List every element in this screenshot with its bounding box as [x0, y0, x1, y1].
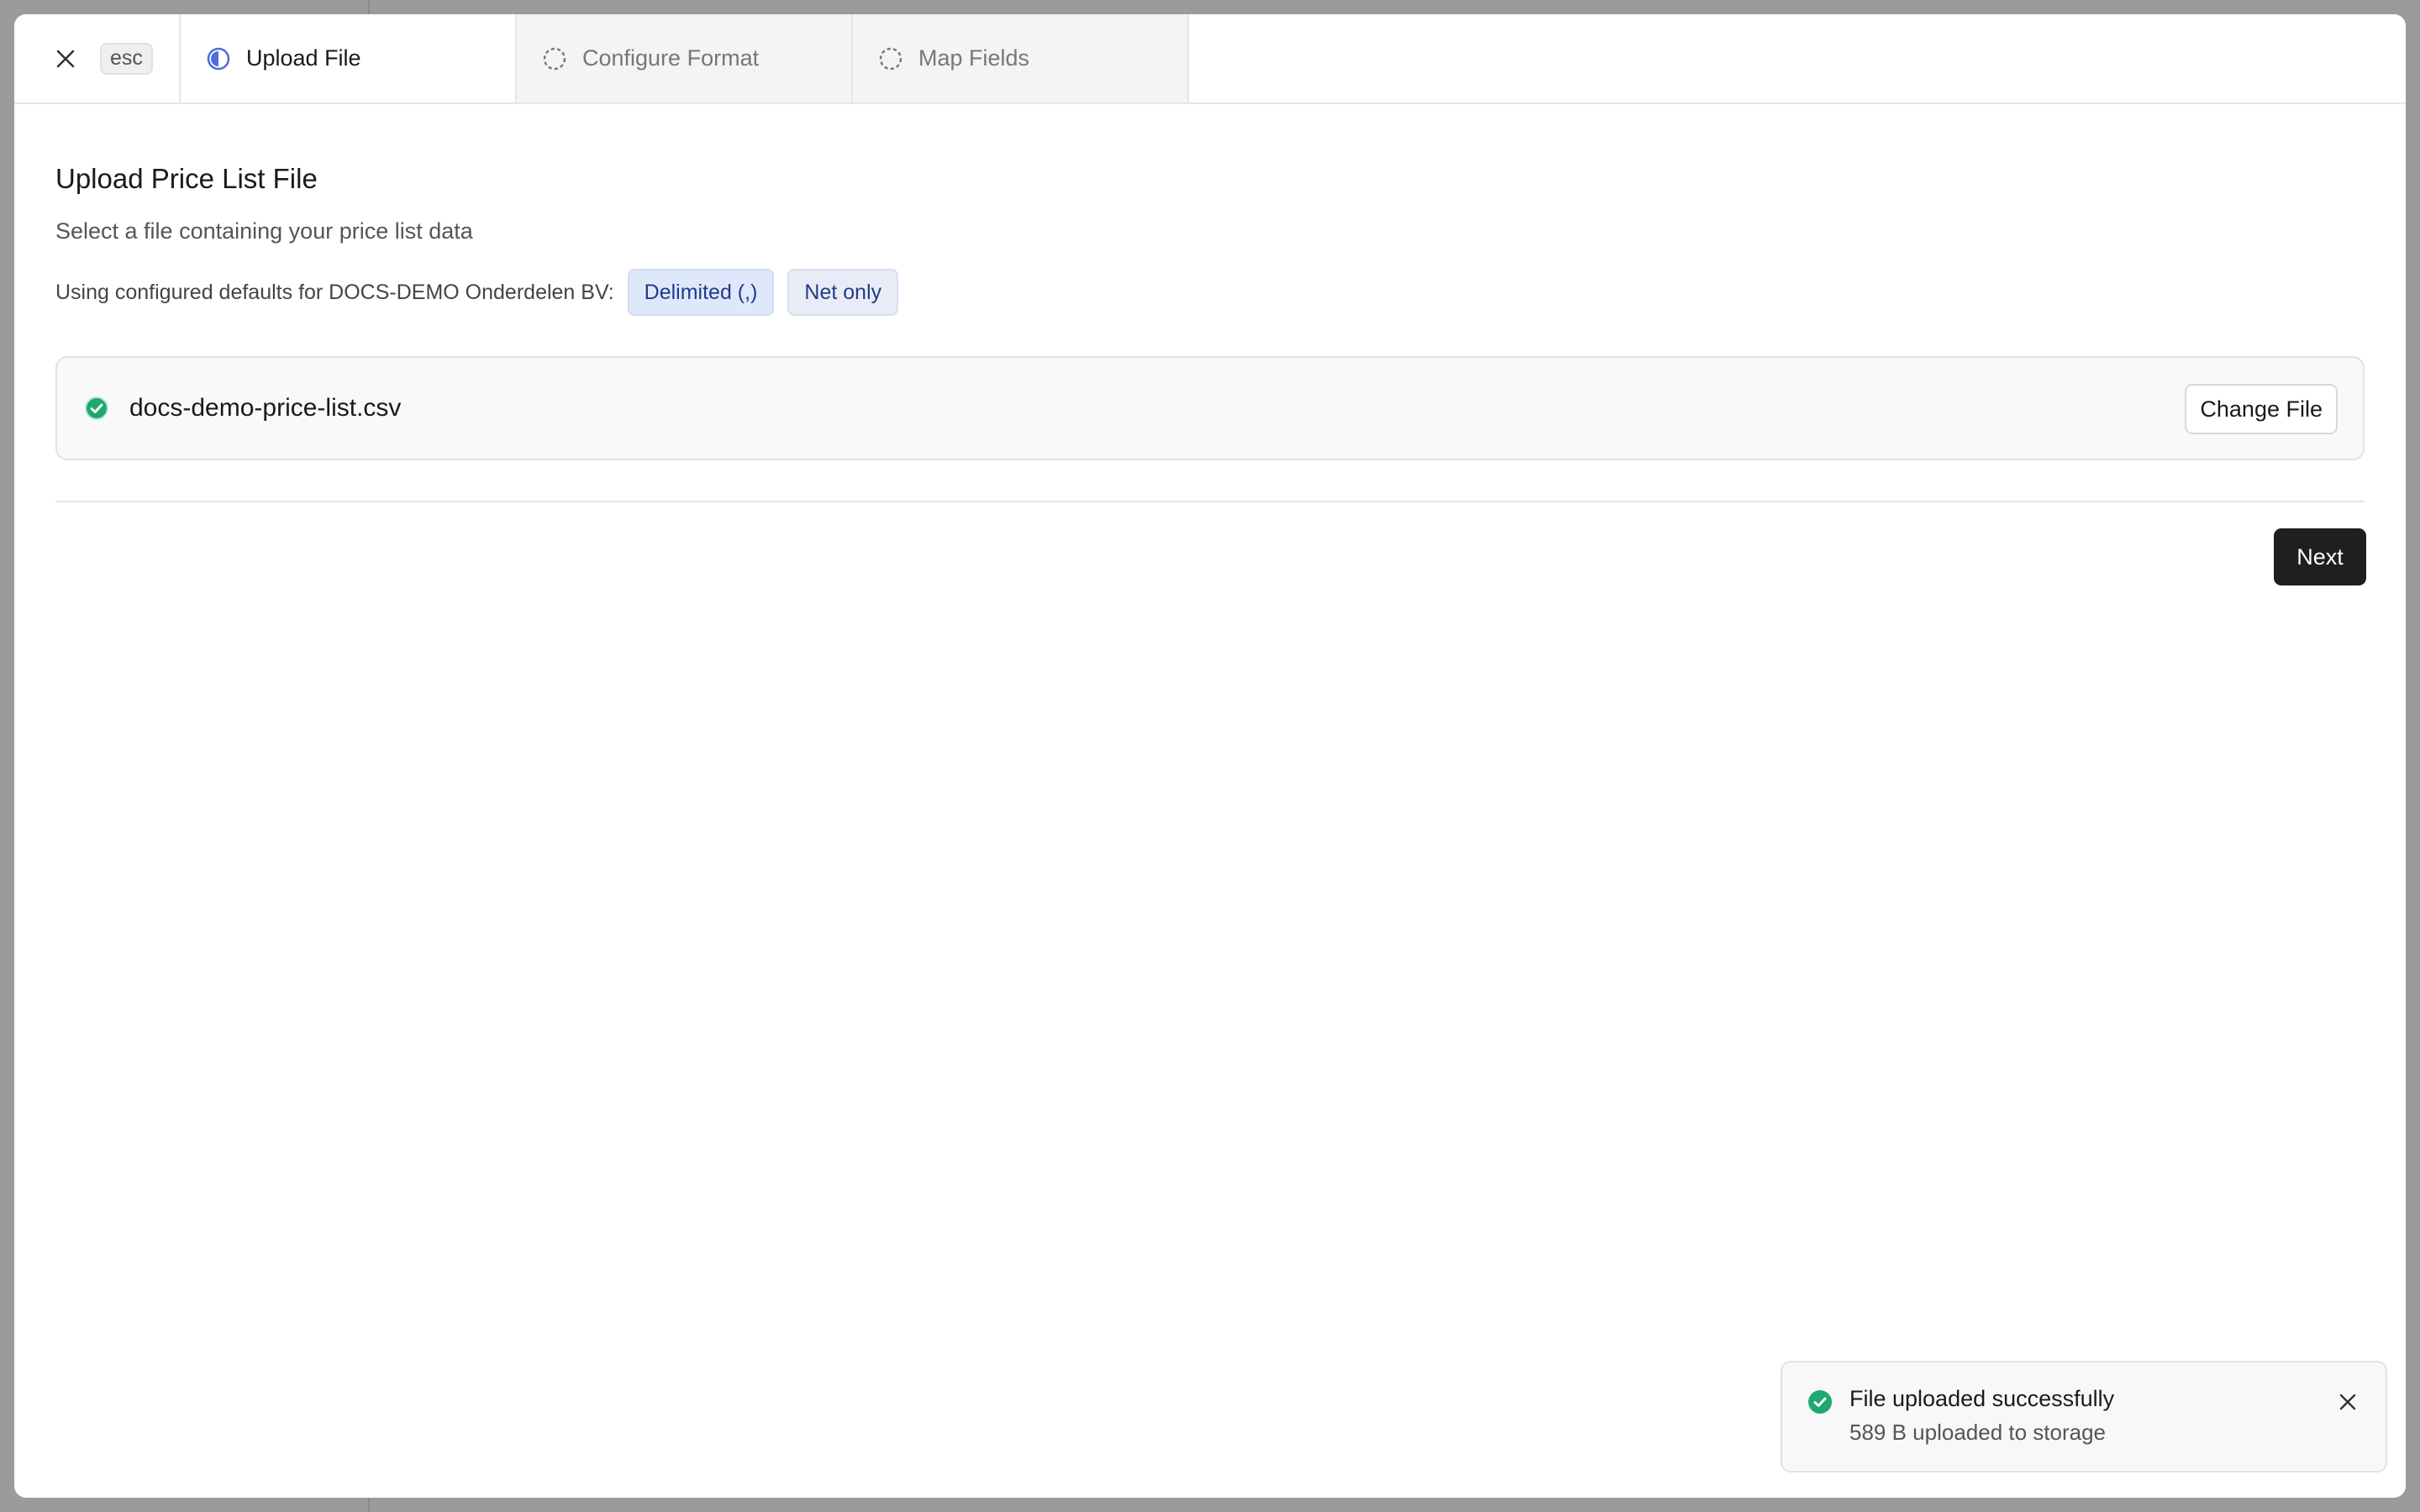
- toast-close-button[interactable]: [2335, 1389, 2360, 1415]
- next-button[interactable]: Next: [2274, 528, 2366, 585]
- step-upload-file[interactable]: Upload File: [181, 14, 517, 102]
- toast-description: 589 B uploaded to storage: [1849, 1420, 2107, 1445]
- page-subtitle: Select a file containing your price list…: [55, 218, 473, 244]
- step-header: esc Upload File Configure Format Map Fie…: [14, 14, 2406, 104]
- step-configure-format[interactable]: Configure Format: [517, 14, 853, 102]
- change-file-button[interactable]: Change File: [2185, 384, 2338, 434]
- half-circle-progress-icon: [206, 46, 231, 71]
- success-toast: File uploaded successfully 589 B uploade…: [1781, 1361, 2387, 1473]
- close-button[interactable]: [51, 45, 80, 73]
- configured-defaults: Using configured defaults for DOCS-DEMO …: [55, 269, 899, 316]
- page-title: Upload Price List File: [55, 163, 318, 194]
- defaults-label: Using configured defaults for DOCS-DEMO …: [55, 280, 614, 304]
- check-circle-icon: [84, 396, 109, 421]
- import-modal: esc Upload File Configure Format Map Fie…: [14, 14, 2406, 1498]
- step-map-fields[interactable]: Map Fields: [853, 14, 1189, 102]
- step-label: Configure Format: [582, 45, 760, 71]
- price-mode-badge: Net only: [787, 269, 899, 316]
- close-icon: [2339, 1394, 2356, 1410]
- check-circle-icon: [1807, 1389, 1833, 1419]
- close-icon: [56, 50, 75, 67]
- toast-title: File uploaded successfully: [1849, 1386, 2115, 1411]
- dashed-circle-icon: [542, 46, 567, 71]
- close-area: esc: [14, 14, 181, 102]
- step-label: Map Fields: [918, 45, 1030, 71]
- delimiter-badge: Delimited (,): [627, 269, 775, 316]
- esc-shortcut-hint: esc: [100, 42, 153, 75]
- uploaded-file-card: docs-demo-price-list.csv Change File: [55, 356, 2365, 460]
- file-name: docs-demo-price-list.csv: [129, 394, 402, 422]
- divider: [55, 501, 2365, 502]
- step-label: Upload File: [246, 45, 361, 71]
- dashed-circle-icon: [878, 46, 903, 71]
